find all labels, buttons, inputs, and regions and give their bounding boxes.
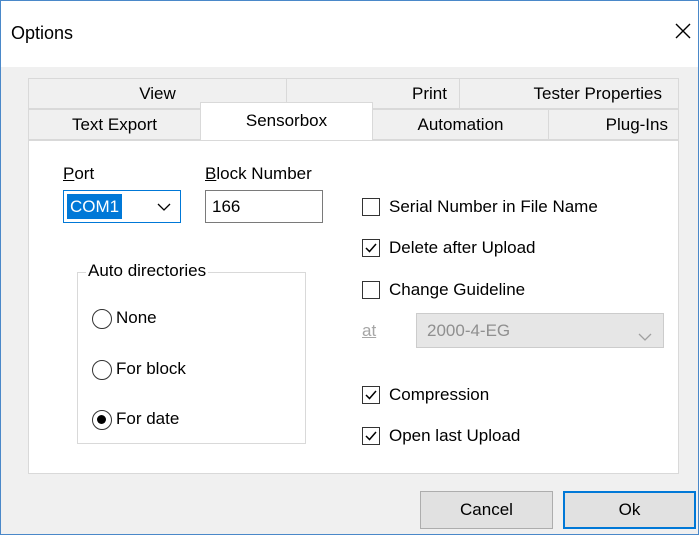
port-value: COM1 (67, 194, 123, 219)
tab-tester-properties[interactable]: Tester Properties (459, 78, 679, 109)
open-last-upload-label[interactable]: Open last Upload (389, 426, 520, 446)
tab-sensorbox[interactable]: Sensorbox (200, 102, 373, 140)
radio-for-block-label[interactable]: For block (116, 359, 186, 379)
chevron-down-icon (156, 199, 172, 215)
block-number-label: Block Number (205, 164, 312, 183)
change-guideline-label[interactable]: Change Guideline (389, 280, 525, 300)
ok-button[interactable]: Ok (563, 491, 696, 529)
radio-for-block[interactable] (92, 360, 112, 380)
tab-text-export[interactable]: Text Export (28, 109, 201, 140)
serial-number-checkbox[interactable] (362, 198, 380, 216)
checkmark-icon (365, 243, 377, 253)
port-label: Port (63, 164, 95, 183)
sensorbox-panel: Port COM1 Block Number 166 Auto director… (28, 140, 679, 474)
checkmark-icon (365, 390, 377, 400)
options-dialog: Options View Print Tester Properties Tex… (0, 0, 699, 535)
tab-plug-ins[interactable]: Plug-Ins (548, 109, 679, 140)
compression-checkbox[interactable] (362, 386, 380, 404)
delete-after-upload-checkbox[interactable] (362, 239, 380, 257)
compression-label[interactable]: Compression (389, 385, 489, 405)
checkmark-icon (365, 431, 377, 441)
tab-automation[interactable]: Automation (372, 109, 549, 140)
radio-for-date[interactable] (92, 410, 112, 430)
title-bar: Options (1, 1, 698, 67)
guideline-at-label: at (362, 321, 377, 340)
cancel-button[interactable]: Cancel (420, 491, 553, 529)
window-title: Options (11, 23, 74, 43)
block-number-input[interactable]: 166 (205, 190, 323, 223)
chevron-down-icon (637, 323, 653, 341)
auto-directories-group: Auto directories None For block For date (77, 261, 306, 444)
open-last-upload-checkbox[interactable] (362, 427, 380, 445)
radio-none-label[interactable]: None (116, 308, 157, 328)
guideline-value: 2000-4-EG (427, 321, 511, 340)
delete-after-upload-label[interactable]: Delete after Upload (389, 238, 535, 258)
change-guideline-checkbox[interactable] (362, 281, 380, 299)
port-select[interactable]: COM1 (63, 190, 181, 223)
auto-directories-legend: Auto directories (86, 261, 209, 281)
serial-number-label[interactable]: Serial Number in File Name (389, 197, 598, 217)
radio-none[interactable] (92, 309, 112, 329)
guideline-select[interactable]: 2000-4-EG (416, 313, 664, 348)
radio-for-date-label[interactable]: For date (116, 409, 179, 429)
close-icon[interactable] (670, 18, 696, 44)
